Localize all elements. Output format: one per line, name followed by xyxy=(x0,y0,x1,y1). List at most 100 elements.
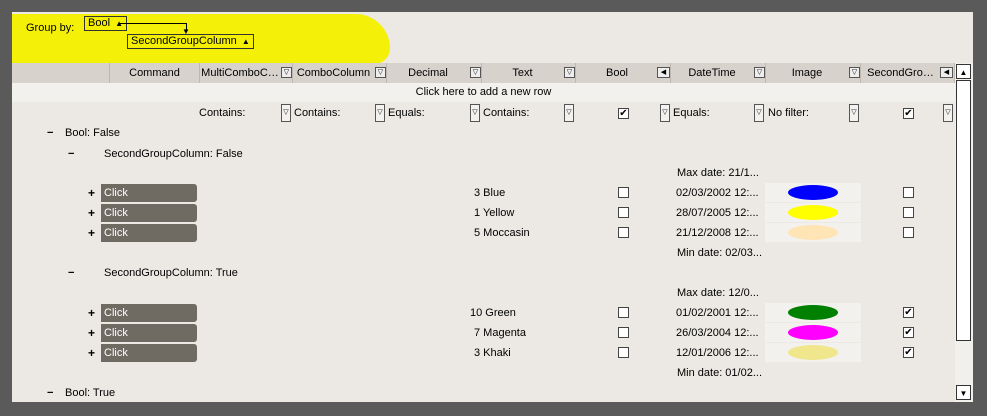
column-header-row: Command MultiComboC… ▽ ComboColumn ▽ Dec… xyxy=(12,63,955,83)
header-multicombo[interactable]: MultiComboC… xyxy=(200,63,293,83)
collapse-icon[interactable]: − xyxy=(68,267,104,279)
group-connector xyxy=(120,23,187,31)
filter-operator-multicombo[interactable]: Contains: xyxy=(199,107,245,119)
filter-operator-combo[interactable]: Contains: xyxy=(294,107,340,119)
summary-min-date: Min date: 01/02... xyxy=(677,367,762,379)
click-button[interactable]: Click xyxy=(101,224,197,242)
moccasin-ellipse-icon xyxy=(788,225,838,240)
filter-operator-image[interactable]: No filter: xyxy=(768,107,809,119)
filter-icon[interactable]: ▽ xyxy=(564,67,575,78)
collapse-icon[interactable]: − xyxy=(47,387,65,399)
scroll-thumb[interactable] xyxy=(956,80,971,341)
second-checkbox[interactable]: ✔ xyxy=(903,327,914,338)
bool-checkbox[interactable] xyxy=(618,187,629,198)
datetime-cell[interactable]: 01/02/2001 12:... xyxy=(676,307,759,319)
sort-ascending-icon: ▲ xyxy=(241,37,250,46)
text-cell[interactable]: 5 Moccasin xyxy=(474,227,530,239)
bool-checkbox[interactable] xyxy=(618,207,629,218)
header-image[interactable]: Image xyxy=(766,63,861,83)
filter-icon[interactable]: ▽ xyxy=(754,67,765,78)
group-label: SecondGroupColumn: False xyxy=(104,148,243,160)
second-checkbox[interactable]: ✔ xyxy=(903,347,914,358)
header-decimal[interactable]: Decimal xyxy=(387,63,482,83)
grid-control: Group by: Bool ▲ ▼ SecondGroupColumn ▲ C… xyxy=(12,12,973,402)
filter-icon[interactable]: ▽ xyxy=(849,104,859,122)
text-cell[interactable]: 3 Khaki xyxy=(474,347,511,359)
filter-icon[interactable]: ▽ xyxy=(375,67,386,78)
header-combo[interactable]: ComboColumn xyxy=(293,63,387,83)
summary-min-date: Min date: 02/03... xyxy=(677,247,762,259)
sort-filter-icon[interactable]: ◀ xyxy=(940,67,953,78)
group-by-panel: Group by: Bool ▲ ▼ SecondGroupColumn ▲ xyxy=(12,12,973,64)
vertical-scrollbar[interactable]: ▲ ▼ xyxy=(955,63,973,402)
second-checkbox[interactable] xyxy=(903,227,914,238)
collapse-icon[interactable]: − xyxy=(68,148,104,160)
expand-icon[interactable]: + xyxy=(88,306,95,320)
header-command[interactable]: Command xyxy=(110,63,200,83)
filter-row: Contains: ▽ Contains: ▽ Equals: ▽ Contai… xyxy=(12,102,955,125)
filter-icon[interactable]: ▽ xyxy=(754,104,764,122)
filter-second-checkbox[interactable]: ✔ xyxy=(903,108,914,119)
bool-checkbox[interactable] xyxy=(618,307,629,318)
datetime-cell[interactable]: 28/07/2005 12:... xyxy=(676,207,759,219)
second-checkbox[interactable] xyxy=(903,187,914,198)
group-row-bool-true[interactable]: − Bool: True xyxy=(47,387,115,399)
header-spacer xyxy=(12,63,110,83)
expand-icon[interactable]: + xyxy=(88,346,95,360)
expand-icon[interactable]: + xyxy=(88,226,95,240)
bool-checkbox[interactable] xyxy=(618,347,629,358)
add-new-row[interactable]: Click here to add a new row xyxy=(12,83,955,103)
datetime-cell[interactable]: 02/03/2002 12:... xyxy=(676,187,759,199)
second-checkbox[interactable]: ✔ xyxy=(903,307,914,318)
filter-icon[interactable]: ▽ xyxy=(660,104,670,122)
summary-max-date: Max date: 21/1... xyxy=(677,167,759,179)
text-cell[interactable]: 7 Magenta xyxy=(474,327,526,339)
filter-icon[interactable]: ▽ xyxy=(470,104,480,122)
filter-icon[interactable]: ▽ xyxy=(943,104,953,122)
click-button[interactable]: Click xyxy=(101,184,197,202)
group-label: Bool: True xyxy=(65,387,116,399)
bool-checkbox[interactable] xyxy=(618,327,629,338)
sort-filter-icon[interactable]: ◀ xyxy=(657,67,670,78)
group-chip-label: SecondGroupColumn xyxy=(131,35,237,47)
group-by-label: Group by: xyxy=(26,22,75,34)
text-cell[interactable]: 3 Blue xyxy=(474,187,505,199)
group-row-bool-false[interactable]: − Bool: False xyxy=(47,127,120,139)
datetime-cell[interactable]: 26/03/2004 12:... xyxy=(676,327,759,339)
filter-bool-checkbox[interactable]: ✔ xyxy=(618,108,629,119)
click-button[interactable]: Click xyxy=(101,344,197,362)
filter-icon[interactable]: ▽ xyxy=(281,67,292,78)
header-datetime[interactable]: DateTime xyxy=(671,63,766,83)
group-label: Bool: False xyxy=(65,127,121,139)
datetime-cell[interactable]: 21/12/2008 12:... xyxy=(676,227,759,239)
click-button[interactable]: Click xyxy=(101,324,197,342)
expand-icon[interactable]: + xyxy=(88,186,95,200)
filter-icon[interactable]: ▽ xyxy=(564,104,574,122)
collapse-icon[interactable]: − xyxy=(47,127,65,139)
group-chip-second[interactable]: SecondGroupColumn ▲ xyxy=(127,34,254,49)
click-button[interactable]: Click xyxy=(101,204,197,222)
group-row-second-false[interactable]: − SecondGroupColumn: False xyxy=(68,148,243,160)
text-cell[interactable]: 1 Yellow xyxy=(474,207,514,219)
expand-icon[interactable]: + xyxy=(88,206,95,220)
filter-operator-datetime[interactable]: Equals: xyxy=(673,107,710,119)
khaki-ellipse-icon xyxy=(788,345,838,360)
scroll-down-icon[interactable]: ▼ xyxy=(956,385,971,400)
text-cell[interactable]: 10 Green xyxy=(470,307,516,319)
group-label: SecondGroupColumn: True xyxy=(104,267,238,279)
expand-icon[interactable]: + xyxy=(88,326,95,340)
second-checkbox[interactable] xyxy=(903,207,914,218)
scroll-up-icon[interactable]: ▲ xyxy=(956,64,971,79)
click-button[interactable]: Click xyxy=(101,304,197,322)
filter-icon[interactable]: ▽ xyxy=(470,67,481,78)
filter-icon[interactable]: ▽ xyxy=(375,104,385,122)
filter-operator-text[interactable]: Contains: xyxy=(483,107,529,119)
green-ellipse-icon xyxy=(788,305,838,320)
header-text[interactable]: Text xyxy=(482,63,576,83)
bool-checkbox[interactable] xyxy=(618,227,629,238)
filter-icon[interactable]: ▽ xyxy=(281,104,291,122)
filter-icon[interactable]: ▽ xyxy=(849,67,860,78)
filter-operator-decimal[interactable]: Equals: xyxy=(388,107,425,119)
group-row-second-true[interactable]: − SecondGroupColumn: True xyxy=(68,267,238,279)
datetime-cell[interactable]: 12/01/2006 12:... xyxy=(676,347,759,359)
